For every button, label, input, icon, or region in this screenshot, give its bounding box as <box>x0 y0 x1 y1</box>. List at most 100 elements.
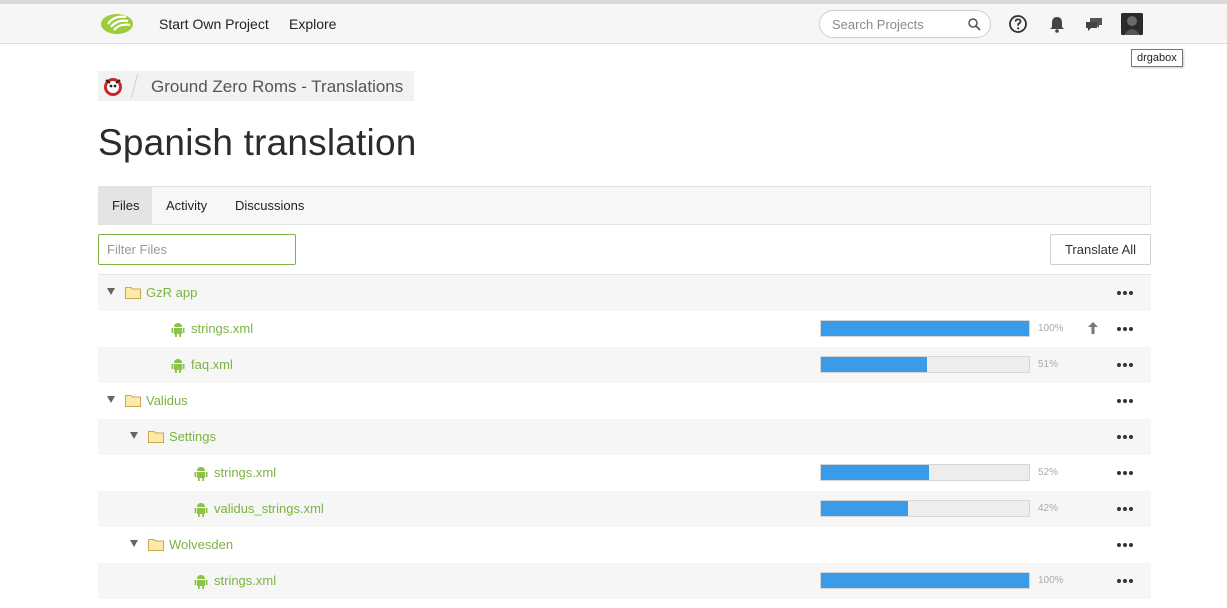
file-name-link[interactable]: strings.xml <box>191 321 253 336</box>
folder-row[interactable]: Wolvesden <box>98 527 1151 563</box>
breadcrumb-project-link[interactable]: Ground Zero Roms - Translations <box>151 77 403 97</box>
folder-name[interactable]: Validus <box>146 393 188 408</box>
more-options-dot <box>1123 507 1127 511</box>
file-row[interactable]: strings.xml 100% <box>98 311 1151 347</box>
more-options-dot <box>1123 579 1127 583</box>
more-options-dot <box>1129 471 1133 475</box>
more-options-dot <box>1129 435 1133 439</box>
more-options-icon[interactable] <box>1116 501 1134 515</box>
more-options-dot <box>1117 327 1121 331</box>
user-avatar[interactable] <box>1121 13 1143 35</box>
file-name-link[interactable]: strings.xml <box>214 465 276 480</box>
translation-progress-bar <box>820 356 1030 373</box>
folder-row[interactable]: Validus <box>98 383 1151 419</box>
page-title: Spanish translation <box>98 122 417 163</box>
progress-percent: 100% <box>1038 323 1064 334</box>
crowdin-logo[interactable] <box>100 12 134 36</box>
more-options-dot <box>1129 507 1133 511</box>
file-row[interactable]: strings.xml 52% <box>98 455 1151 491</box>
more-options-dot <box>1129 543 1133 547</box>
more-options-icon[interactable] <box>1116 429 1134 443</box>
chat-icon[interactable] <box>1084 14 1104 34</box>
more-options-dot <box>1117 471 1121 475</box>
breadcrumb-separator <box>130 73 139 99</box>
more-options-dot <box>1123 363 1127 367</box>
bell-icon[interactable] <box>1047 14 1067 34</box>
file-row[interactable]: validus_strings.xml 42% <box>98 491 1151 527</box>
file-name-link[interactable]: validus_strings.xml <box>214 501 324 516</box>
folder-row[interactable]: GzR app <box>98 275 1151 311</box>
more-options-icon[interactable] <box>1116 537 1134 551</box>
more-options-dot <box>1123 471 1127 475</box>
more-options-dot <box>1129 579 1133 583</box>
android-file-icon <box>171 323 185 337</box>
tab-activity[interactable]: Activity <box>153 187 220 224</box>
more-options-dot <box>1123 399 1127 403</box>
more-options-icon[interactable] <box>1116 285 1134 299</box>
more-options-dot <box>1129 291 1133 295</box>
chevron-down-icon[interactable] <box>130 540 138 547</box>
help-icon[interactable] <box>1008 14 1028 34</box>
folder-name[interactable]: Wolvesden <box>169 537 233 552</box>
translate-all-button[interactable]: Translate All <box>1050 234 1151 265</box>
more-options-icon[interactable] <box>1116 321 1134 335</box>
android-file-icon <box>194 467 208 481</box>
file-name-link[interactable]: strings.xml <box>214 573 276 588</box>
filter-files-box <box>98 234 296 265</box>
folder-name[interactable]: GzR app <box>146 285 197 300</box>
explore-link[interactable]: Explore <box>289 16 336 32</box>
filter-files-input[interactable] <box>107 242 287 257</box>
more-options-dot <box>1129 363 1133 367</box>
chevron-down-icon[interactable] <box>107 288 115 295</box>
progress-percent: 51% <box>1038 359 1059 370</box>
more-options-dot <box>1117 507 1121 511</box>
translation-progress-bar <box>820 500 1030 517</box>
search-icon[interactable] <box>967 17 981 31</box>
project-logo[interactable] <box>102 75 124 97</box>
chevron-down-icon[interactable] <box>107 396 115 403</box>
start-own-project-link[interactable]: Start Own Project <box>159 16 269 32</box>
file-name-link[interactable]: faq.xml <box>191 357 233 372</box>
translation-progress-fill <box>821 321 1029 336</box>
more-options-dot <box>1117 435 1121 439</box>
translation-progress-bar <box>820 320 1030 337</box>
more-options-dot <box>1123 327 1127 331</box>
progress-percent: 100% <box>1038 575 1064 586</box>
translation-progress-fill <box>821 465 930 480</box>
top-navigation-bar: Start Own Project Explore <box>0 0 1227 44</box>
search-input[interactable] <box>832 16 962 33</box>
more-options-dot <box>1129 399 1133 403</box>
more-options-dot <box>1123 543 1127 547</box>
translation-progress-bar <box>820 464 1030 481</box>
more-options-icon[interactable] <box>1116 357 1134 371</box>
more-options-icon[interactable] <box>1116 573 1134 587</box>
breadcrumb: Ground Zero Roms - Translations <box>98 71 414 101</box>
more-options-icon[interactable] <box>1116 465 1134 479</box>
folder-name[interactable]: Settings <box>169 429 216 444</box>
user-avatar-image <box>1121 13 1143 35</box>
more-options-dot <box>1117 579 1121 583</box>
more-options-dot <box>1117 399 1121 403</box>
tab-files[interactable]: Files <box>99 187 153 224</box>
more-options-icon[interactable] <box>1116 393 1134 407</box>
file-row[interactable]: strings.xml 100% <box>98 563 1151 599</box>
chevron-down-icon[interactable] <box>130 432 138 439</box>
folder-icon <box>125 287 141 299</box>
progress-percent: 52% <box>1038 467 1059 478</box>
upload-arrow-icon[interactable] <box>1087 321 1099 335</box>
folder-icon <box>148 539 164 551</box>
tab-discussions[interactable]: Discussions <box>222 187 317 224</box>
user-tooltip: drgabox <box>1131 49 1183 67</box>
android-file-icon <box>194 575 208 589</box>
file-row[interactable]: faq.xml 51% <box>98 347 1151 383</box>
folder-icon <box>148 431 164 443</box>
folder-icon <box>125 395 141 407</box>
translation-progress-bar <box>820 572 1030 589</box>
progress-percent: 42% <box>1038 503 1059 514</box>
more-options-dot <box>1117 543 1121 547</box>
android-file-icon <box>171 359 185 373</box>
search-box <box>819 10 991 38</box>
more-options-dot <box>1123 291 1127 295</box>
folder-row[interactable]: Settings <box>98 419 1151 455</box>
more-options-dot <box>1123 435 1127 439</box>
